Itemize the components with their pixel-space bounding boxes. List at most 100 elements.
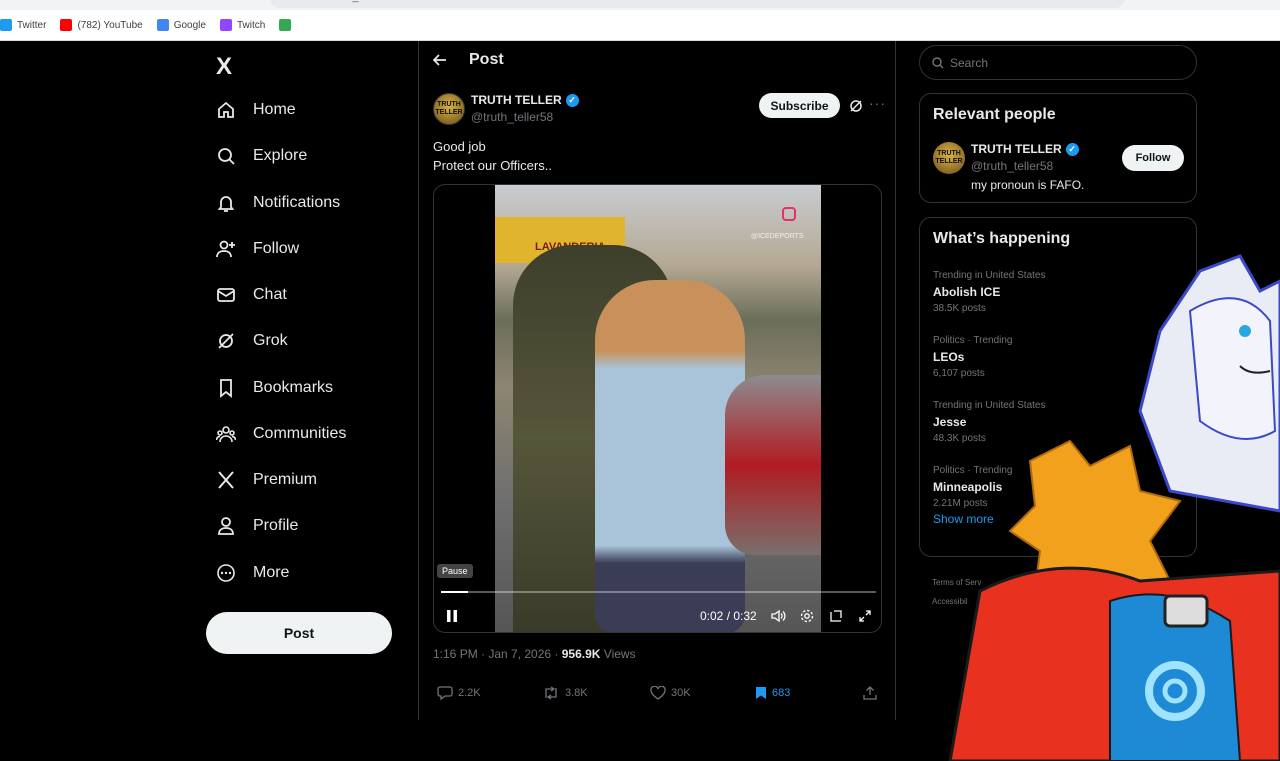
video-player[interactable]: LAVANDERIA @ICEDEPORTS Pause 0:02 / 0:32: [433, 184, 882, 633]
bookmark-favicon-icon: [279, 19, 292, 31]
nav-item-label: Follow: [253, 240, 300, 257]
bookmark-filled-icon: [756, 687, 766, 699]
nav-item-premium[interactable]: Premium: [216, 467, 317, 493]
nav-item-label: Premium: [253, 471, 318, 488]
person-avatar[interactable]: TRUTH TELLER: [933, 142, 965, 174]
relevant-people-title: Relevant people: [933, 106, 1056, 123]
avatar-logo-text: TRUTH TELLER: [435, 101, 463, 116]
nav-item-home[interactable]: Home: [216, 97, 296, 123]
picture-in-picture-icon[interactable]: [829, 609, 843, 623]
subscribe-button[interactable]: Subscribe: [759, 93, 840, 118]
nav-item-chat[interactable]: Chat: [216, 282, 287, 308]
trend-post-count: 38.5K posts: [933, 303, 986, 314]
mail-icon: [216, 285, 236, 305]
trend-context: Politics · Trending: [933, 465, 1013, 476]
settings-gear-icon[interactable]: [800, 609, 814, 623]
nav-item-notifications[interactable]: Notifications: [216, 190, 340, 216]
video-controls: 0:02 / 0:32: [434, 605, 881, 627]
trend-context: Trending in United States: [933, 400, 1046, 411]
reply-button[interactable]: 2.2K: [437, 686, 481, 700]
woman-figure: [595, 280, 745, 632]
video-frame[interactable]: LAVANDERIA @ICEDEPORTS: [495, 185, 821, 632]
search-icon: [932, 56, 944, 68]
car-figure: [725, 375, 821, 555]
nav-item-label: Profile: [253, 517, 299, 534]
post-text-line: Good job: [433, 139, 486, 154]
nav-item-explore[interactable]: Explore: [216, 143, 307, 169]
author-handle[interactable]: @truth_teller58: [471, 110, 553, 124]
bookmark-count: 683: [772, 687, 791, 699]
nav-item-label: Home: [253, 101, 296, 118]
back-arrow-icon[interactable]: [433, 53, 447, 67]
nav-item-profile[interactable]: Profile: [216, 513, 298, 539]
like-button[interactable]: 30K: [650, 686, 691, 700]
person-handle[interactable]: @truth_teller58: [971, 159, 1053, 173]
views-label: Views: [600, 647, 636, 661]
nav-item-label: Explore: [253, 147, 308, 164]
fullscreen-icon[interactable]: [858, 609, 872, 623]
bookmark-button[interactable]: 683: [755, 686, 790, 700]
bookmark-icon: [216, 378, 236, 398]
follow-button[interactable]: Follow: [1122, 145, 1184, 171]
share-button[interactable]: [863, 686, 882, 700]
nav-item-follow[interactable]: Follow: [216, 236, 299, 262]
post-metadata: 1:16 PM · Jan 7, 2026 · 956.9K Views: [433, 647, 636, 661]
trend-post-count: 48.3K posts: [933, 433, 986, 444]
author-avatar[interactable]: TRUTH TELLER: [433, 93, 465, 125]
nav-item-grok[interactable]: Grok: [216, 328, 288, 354]
person-bio: my pronoun is FAFO.: [971, 178, 1085, 192]
nav-item-bookmarks[interactable]: Bookmarks: [216, 375, 333, 401]
video-time: 0:02 / 0:32: [700, 609, 757, 623]
bookmark-label: Google: [173, 19, 206, 31]
terms-link[interactable]: Terms of Serv: [932, 573, 981, 592]
views-count: 956.9K: [561, 647, 601, 661]
instagram-icon: [782, 207, 796, 221]
show-more-link[interactable]: Show more: [933, 512, 994, 526]
bookmark-item[interactable]: Twitter: [0, 19, 46, 31]
person-plus-icon: [216, 239, 236, 259]
like-count: 30K: [671, 687, 691, 699]
compose-post-button[interactable]: Post: [206, 612, 392, 654]
post-actions: 2.2K 3.8K 30K 683: [433, 686, 883, 706]
bookmarks-bar: Twitter (782) YouTube Google Twitch: [0, 10, 1280, 41]
nav-item-more[interactable]: More: [216, 560, 289, 586]
bookmark-item[interactable]: [279, 19, 296, 31]
trend-item[interactable]: Politics · Trending LEOs 6,107 posts: [933, 335, 1012, 379]
person-name[interactable]: TRUTH TELLER ✓: [971, 142, 1079, 156]
post-timestamp[interactable]: 1:16 PM · Jan 7, 2026 ·: [433, 647, 562, 661]
trend-item[interactable]: Politics · Trending Minneapolis 2.21M post…: [933, 465, 1012, 509]
bookmark-label: (782) YouTube: [77, 19, 143, 31]
bookmark-favicon-icon: [60, 19, 73, 31]
share-icon: [863, 686, 877, 700]
trend-name: Minneapolis: [933, 480, 1003, 494]
x-logo-icon[interactable]: X: [216, 53, 232, 81]
nav-item-label: Communities: [253, 425, 347, 442]
grok-icon: [216, 331, 236, 351]
author-name-text: TRUTH TELLER: [471, 93, 562, 107]
repost-button[interactable]: 3.8K: [542, 686, 588, 700]
pause-icon[interactable]: [446, 609, 458, 623]
address-bar[interactable]: x.com/truth_teller58/status/200898009124…: [270, 0, 1125, 8]
trend-item[interactable]: Trending in United States Abolish ICE 38.5…: [933, 270, 1045, 314]
video-watermark: @ICEDEPORTS: [751, 233, 804, 240]
post-column: Post TRUTH TELLER TRUTH TELLER ✓ @truth_…: [418, 41, 896, 720]
bookmark-item[interactable]: Google: [156, 19, 206, 31]
more-circle-icon: [216, 563, 236, 583]
search-input[interactable]: Search: [919, 45, 1197, 80]
search-placeholder: Search: [950, 55, 989, 70]
more-options-icon[interactable]: ···: [869, 95, 886, 111]
grok-explain-icon[interactable]: [849, 99, 863, 116]
trend-item[interactable]: Trending in United States Jesse 48.3K post…: [933, 400, 1045, 444]
volume-icon[interactable]: [771, 609, 786, 623]
nav-item-label: More: [253, 564, 290, 581]
accessibility-link[interactable]: Accessibil: [932, 592, 981, 611]
bookmark-favicon-icon: [156, 19, 169, 31]
video-progress-bar[interactable]: [441, 591, 876, 593]
person-icon: [216, 516, 236, 536]
nav-item-label: Bookmarks: [253, 379, 334, 396]
nav-item-communities[interactable]: Communities: [216, 421, 346, 447]
relevant-people-card: Relevant people TRUTH TELLER TRUTH TELLE…: [919, 93, 1197, 203]
bookmark-item[interactable]: (782) YouTube: [60, 19, 143, 31]
bookmark-item[interactable]: Twitch: [219, 19, 265, 31]
author-name[interactable]: TRUTH TELLER ✓: [471, 93, 579, 107]
